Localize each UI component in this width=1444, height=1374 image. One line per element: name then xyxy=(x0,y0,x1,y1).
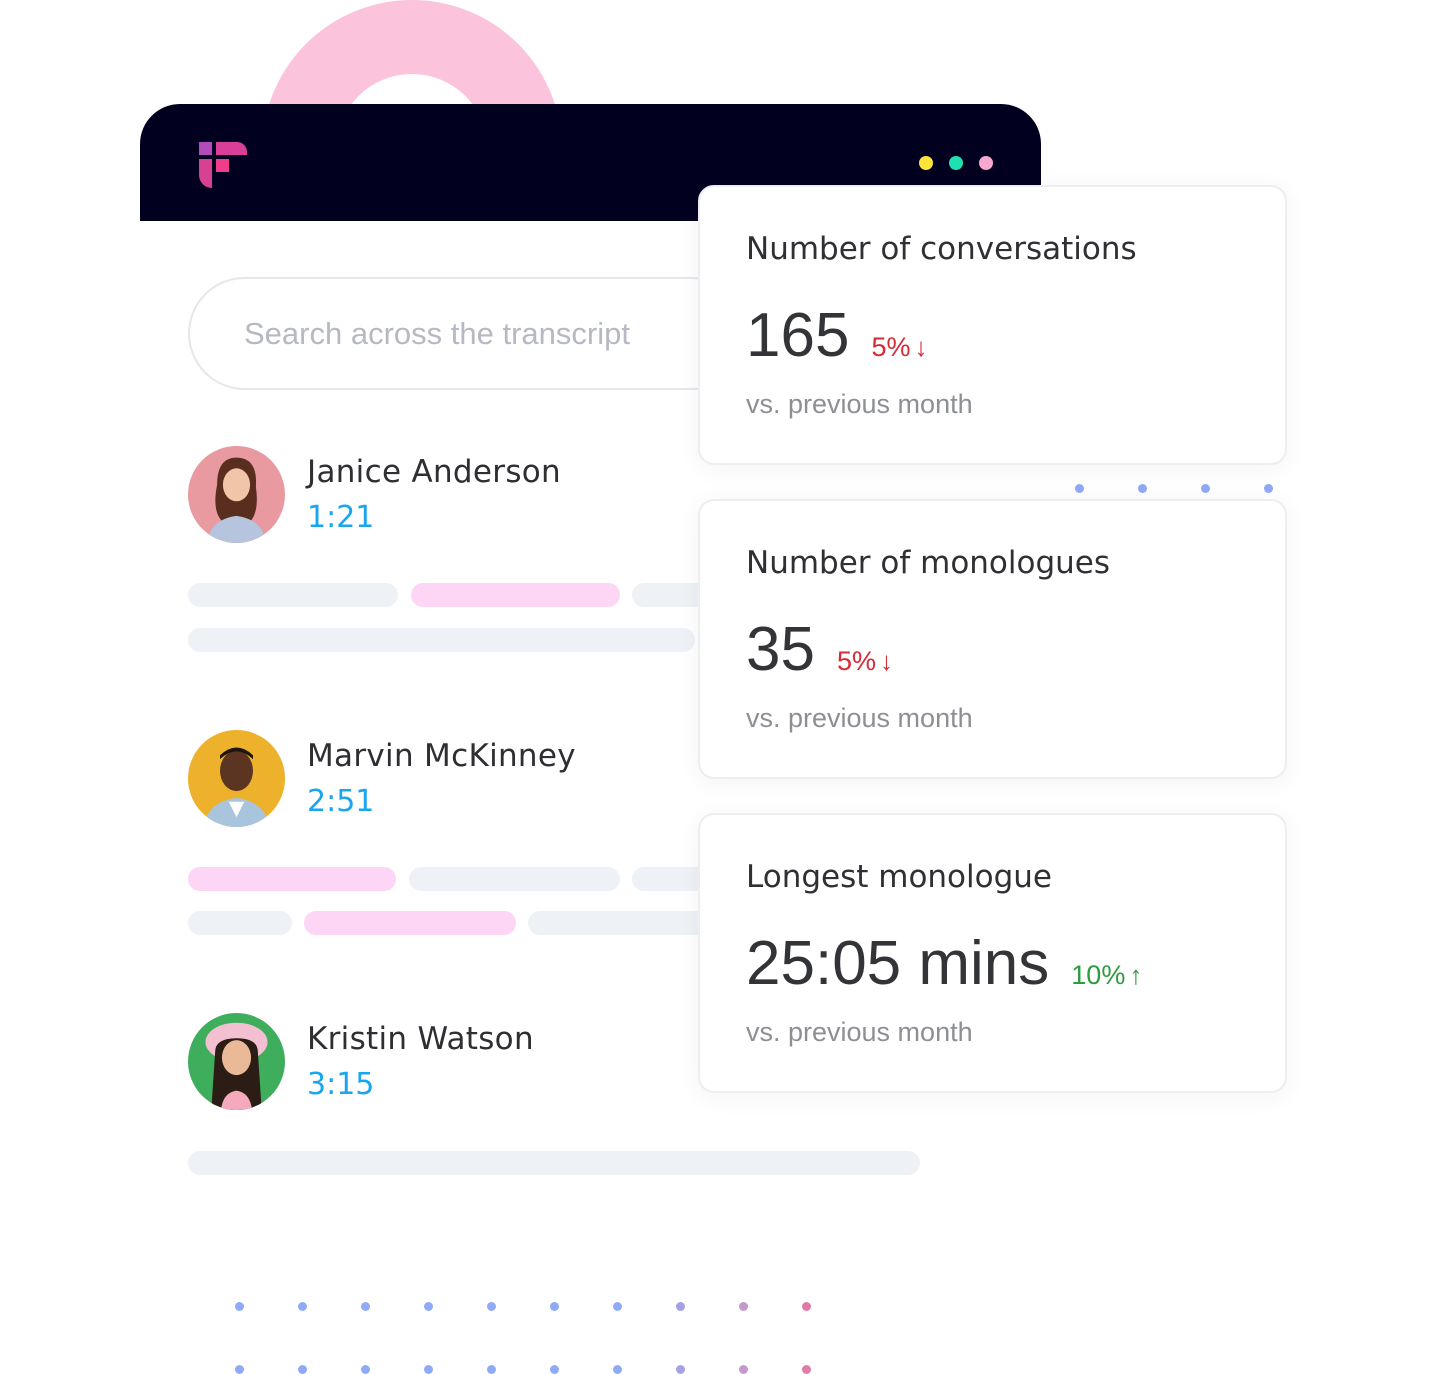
speaker-item[interactable]: Janice Anderson 1:21 xyxy=(188,446,561,543)
speaker-item[interactable]: Marvin McKinney 2:51 xyxy=(188,730,576,827)
stat-change: 5% ↓ xyxy=(871,332,927,363)
stat-value: 25:05 mins xyxy=(746,929,1050,998)
stat-title: Number of monologues xyxy=(746,545,1111,581)
window-controls xyxy=(919,156,993,170)
speaker-duration[interactable]: 3:15 xyxy=(307,1067,534,1102)
decorative-dot xyxy=(739,1365,748,1374)
decorative-dot xyxy=(739,1302,748,1311)
arrow-down-icon: ↓ xyxy=(914,332,928,362)
speaker-name: Marvin McKinney xyxy=(307,738,576,774)
transcript-line-placeholder xyxy=(188,583,398,607)
stat-title: Number of conversations xyxy=(746,231,1137,267)
decorative-dot xyxy=(298,1365,307,1374)
stat-subtitle: vs. previous month xyxy=(746,703,973,733)
stat-subtitle: vs. previous month xyxy=(746,389,973,419)
transcript-line-placeholder xyxy=(528,911,712,935)
search-box[interactable] xyxy=(188,277,748,390)
decorative-dot xyxy=(613,1365,622,1374)
decorative-dot xyxy=(487,1365,496,1374)
decorative-dot xyxy=(676,1302,685,1311)
decorative-dot xyxy=(235,1302,244,1311)
transcript-line-placeholder xyxy=(409,867,620,891)
stat-card-conversations: Number of conversations 165 5% ↓ vs. pre… xyxy=(698,185,1287,465)
avatar xyxy=(188,446,285,543)
stat-change-percent: 10% xyxy=(1071,960,1126,990)
stat-card-monologues: Number of monologues 35 5% ↓ vs. previou… xyxy=(698,499,1287,779)
pink-dot-icon[interactable] xyxy=(979,156,993,170)
decorative-dot xyxy=(298,1302,307,1311)
stat-value: 35 xyxy=(746,615,815,684)
speaker-item[interactable]: Kristin Watson 3:15 xyxy=(188,1013,534,1110)
decorative-dot xyxy=(424,1302,433,1311)
decorative-dot xyxy=(424,1365,433,1374)
decorative-dot xyxy=(613,1302,622,1311)
decorative-dot xyxy=(802,1302,811,1311)
search-input[interactable] xyxy=(244,315,746,352)
transcript-line-placeholder xyxy=(188,911,292,935)
decorative-dot xyxy=(1264,484,1273,493)
decorative-dot xyxy=(235,1365,244,1374)
speaker-duration[interactable]: 2:51 xyxy=(307,784,576,819)
transcript-line-placeholder xyxy=(188,1151,920,1175)
arrow-down-icon: ↓ xyxy=(880,646,893,676)
decorative-dot xyxy=(361,1365,370,1374)
stat-subtitle: vs. previous month xyxy=(746,1017,973,1047)
stat-title: Longest monologue xyxy=(746,859,1053,895)
stat-change-percent: 5% xyxy=(871,332,911,362)
stat-change: 10% ↑ xyxy=(1071,960,1142,991)
transcript-highlight[interactable] xyxy=(304,911,516,935)
decorative-dot xyxy=(802,1365,811,1374)
stat-change: 5% ↓ xyxy=(837,646,893,677)
stat-change-percent: 5% xyxy=(836,646,876,676)
speaker-name: Janice Anderson xyxy=(307,454,561,490)
avatar xyxy=(188,1013,285,1110)
decorative-dot xyxy=(361,1302,370,1311)
brand-logo-icon[interactable] xyxy=(199,142,247,190)
arrow-up-icon: ↑ xyxy=(1129,960,1143,990)
transcript-highlight[interactable] xyxy=(411,583,620,607)
stat-card-longest-monologue: Longest monologue 25:05 mins 10% ↑ vs. p… xyxy=(698,813,1287,1093)
decorative-dot xyxy=(550,1302,559,1311)
transcript-highlight[interactable] xyxy=(188,867,396,891)
decorative-dot xyxy=(1138,484,1147,493)
speaker-name: Kristin Watson xyxy=(307,1021,534,1057)
yellow-dot-icon[interactable] xyxy=(919,156,933,170)
stat-value: 165 xyxy=(746,301,850,370)
decorative-dot xyxy=(487,1302,496,1311)
speaker-duration[interactable]: 1:21 xyxy=(307,500,561,535)
decorative-dot xyxy=(1201,484,1210,493)
teal-dot-icon[interactable] xyxy=(949,156,963,170)
decorative-dot xyxy=(550,1365,559,1374)
decorative-dot xyxy=(676,1365,685,1374)
transcript-line-placeholder xyxy=(188,628,695,652)
avatar xyxy=(188,730,285,827)
decorative-dot xyxy=(1075,484,1084,493)
